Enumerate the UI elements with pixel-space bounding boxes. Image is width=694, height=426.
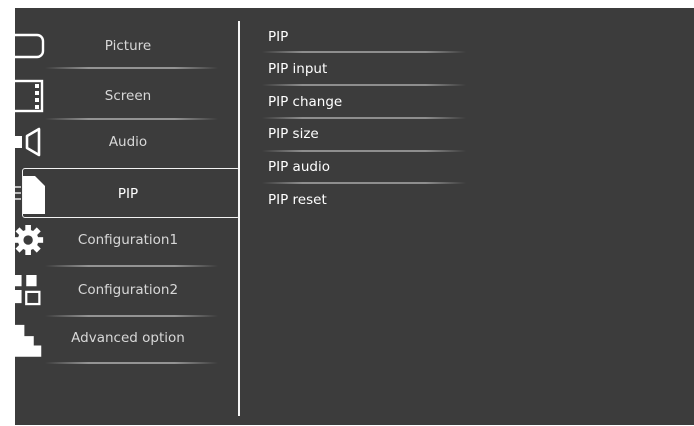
picture-icon — [15, 22, 45, 70]
column-separator — [238, 21, 240, 416]
pip-icon — [15, 170, 45, 218]
submenu-item-pip-size[interactable]: PIP size — [268, 118, 508, 150]
submenu-item-pip-input[interactable]: PIP input — [268, 53, 508, 85]
submenu-item-pip-change[interactable]: PIP change — [268, 86, 508, 118]
menu-item-advanced-option[interactable]: Advanced option — [15, 314, 240, 362]
menu-item-label: Advanced option — [71, 330, 185, 346]
divider — [45, 362, 218, 364]
screen-icon — [15, 72, 45, 120]
menu-item-label: Audio — [108, 134, 148, 150]
submenu-item-label: PIP — [268, 29, 289, 45]
menu-item-label: Picture — [104, 38, 152, 54]
menu-item-pip[interactable]: PIP — [15, 170, 240, 218]
menu-item-configuration1[interactable]: Configuration1 — [15, 216, 240, 264]
menu-item-label: PIP — [117, 186, 139, 202]
submenu-item-label: PIP audio — [268, 159, 330, 175]
osd-menu-screen: Picture Screen Audio PIP Configuration1 … — [15, 8, 694, 425]
advanced-icon — [15, 314, 45, 362]
submenu-item-pip-reset[interactable]: PIP reset — [268, 184, 508, 216]
config2-icon — [15, 266, 45, 314]
submenu-item-label: PIP reset — [268, 192, 327, 208]
audio-icon — [15, 118, 45, 166]
menu-item-label: Screen — [104, 88, 152, 104]
menu-item-picture[interactable]: Picture — [15, 22, 240, 70]
divider — [45, 67, 218, 69]
submenu-item-pip-audio[interactable]: PIP audio — [268, 151, 508, 183]
submenu-item-label: PIP input — [268, 61, 328, 77]
menu-item-label: Configuration2 — [77, 282, 179, 298]
submenu-item-label: PIP change — [268, 94, 343, 110]
menu-item-screen[interactable]: Screen — [15, 72, 240, 120]
submenu-item-pip[interactable]: PIP — [268, 21, 508, 53]
menu-item-configuration2[interactable]: Configuration2 — [15, 266, 240, 314]
menu-item-audio[interactable]: Audio — [15, 118, 240, 166]
gear-icon — [15, 216, 45, 264]
submenu-item-label: PIP size — [268, 126, 319, 142]
menu-item-label: Configuration1 — [77, 232, 179, 248]
